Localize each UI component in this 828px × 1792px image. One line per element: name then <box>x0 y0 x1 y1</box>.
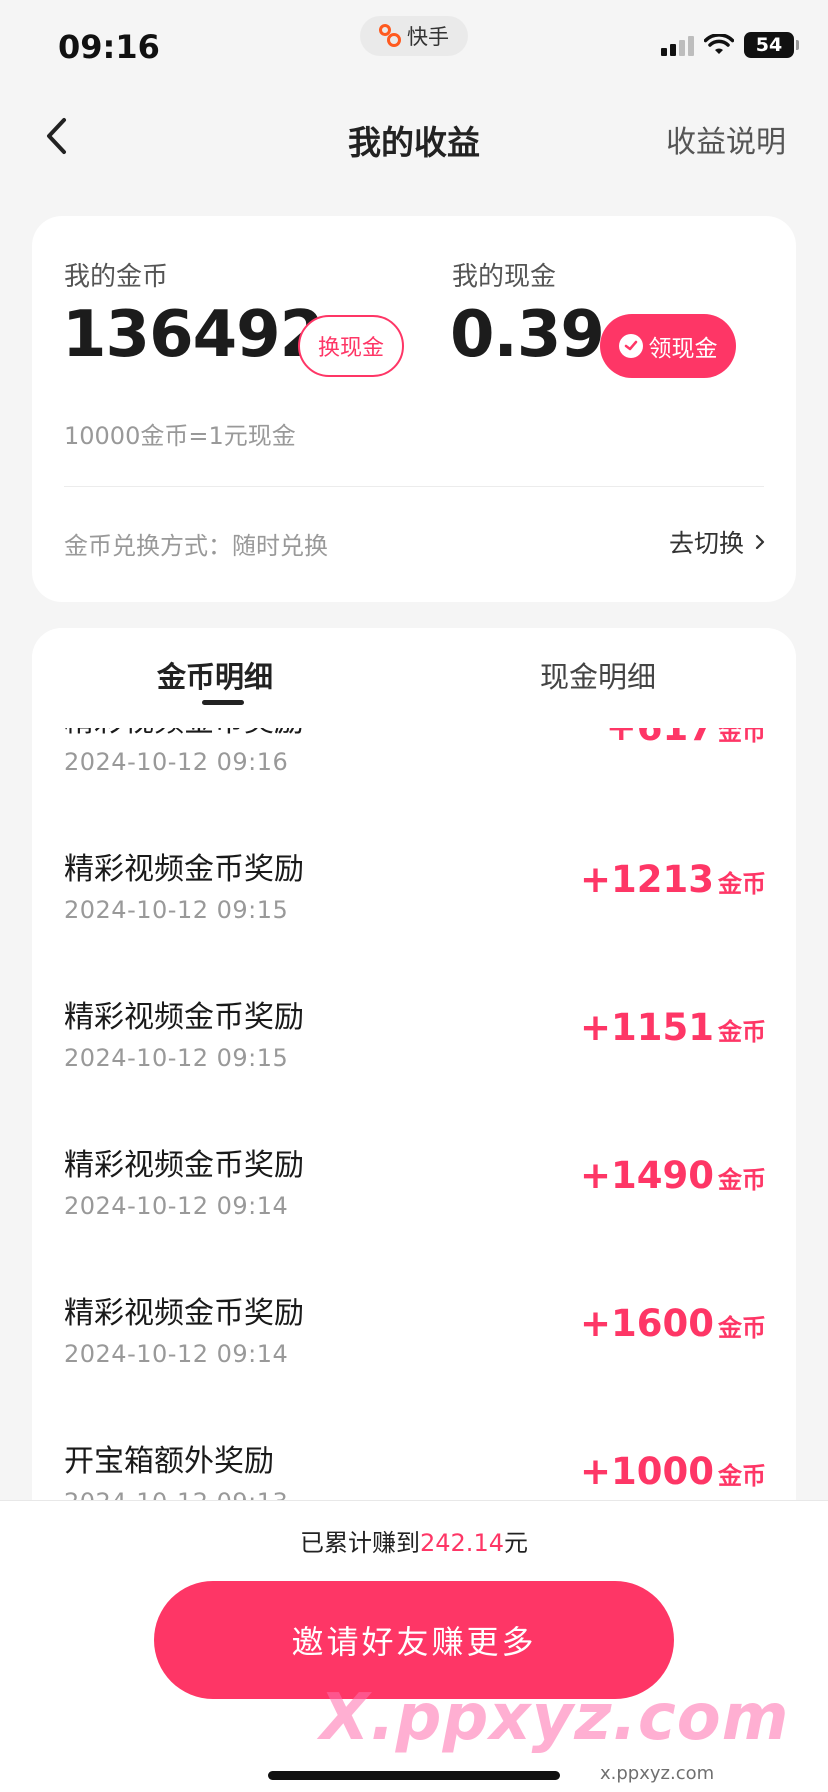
active-tab-indicator <box>202 700 244 705</box>
claim-cash-button[interactable]: 领现金 <box>600 314 736 378</box>
transaction-row[interactable]: 精彩视频金币奖励 2024-10-12 09:14 +1600 金币 <box>32 1288 796 1436</box>
amount-value: +1213 <box>580 858 714 901</box>
amount-value: +1000 <box>580 1450 714 1493</box>
transaction-amount: +1151 金币 <box>580 1006 766 1049</box>
transaction-title: 开宝箱额外奖励 <box>64 1444 274 1479</box>
battery-level: 54 <box>755 34 783 56</box>
app-indicator-pill[interactable]: 快手 <box>360 16 468 56</box>
amount-unit: 金币 <box>718 1018 766 1046</box>
exchange-method-text: 金币兑换方式：随时兑换 <box>64 532 328 560</box>
transaction-row[interactable]: 精彩视频金币奖励 2024-10-12 09:14 +1490 金币 <box>32 1140 796 1288</box>
amount-value: +1151 <box>580 1006 714 1049</box>
total-earned-text: 已累计赚到242.14元 <box>0 1523 828 1558</box>
wifi-icon <box>704 34 734 54</box>
detail-tabs: 金币明细 现金明细 <box>32 628 796 728</box>
watermark-logo: X.ppxyz.com <box>320 1681 790 1755</box>
cash-ticket-icon <box>618 334 643 358</box>
chevron-right-icon <box>755 534 765 550</box>
app-name: 快手 <box>407 25 449 49</box>
transaction-row[interactable]: 精彩视频金币奖励 2024-10-12 09:15 +1151 金币 <box>32 992 796 1140</box>
transaction-date: 2024-10-12 09:15 <box>64 1044 289 1072</box>
transaction-list-card: 精彩视频金币奖励 2024-10-12 09:16 +617 金币 精彩视频金币… <box>32 628 796 1528</box>
claim-cash-label: 领现金 <box>648 336 718 362</box>
transaction-title: 精彩视频金币奖励 <box>64 1148 304 1183</box>
status-time: 09:16 <box>58 28 160 66</box>
transaction-title: 精彩视频金币奖励 <box>64 852 304 887</box>
total-suffix: 元 <box>503 1529 528 1557</box>
coins-label: 我的金币 <box>64 262 169 292</box>
kuaishou-logo-icon <box>379 24 403 48</box>
amount-unit: 金币 <box>718 870 766 898</box>
earnings-explanation-link[interactable]: 收益说明 <box>666 117 786 161</box>
transaction-amount: +1000 金币 <box>580 1450 766 1493</box>
transaction-date: 2024-10-12 09:14 <box>64 1340 289 1368</box>
exchange-rate-text: 10000金币=1元现金 <box>64 422 296 450</box>
cellular-signal-icon <box>661 34 694 56</box>
battery-icon: 54 <box>744 32 799 58</box>
tab-cash-details[interactable]: 现金明细 <box>540 654 656 696</box>
transaction-title: 精彩视频金币奖励 <box>64 1000 304 1035</box>
amount-unit: 金币 <box>718 1314 766 1342</box>
transaction-date: 2024-10-12 09:15 <box>64 896 289 924</box>
transaction-amount: +1213 金币 <box>580 858 766 901</box>
cash-balance: 0.39 <box>450 298 605 372</box>
transaction-date: 2024-10-12 09:16 <box>64 748 289 776</box>
tab-coin-details[interactable]: 金币明细 <box>157 654 273 696</box>
back-arrow-icon[interactable] <box>40 114 76 158</box>
total-prefix: 已累计赚到 <box>300 1529 420 1557</box>
amount-unit: 金币 <box>718 1166 766 1194</box>
transaction-amount: +1490 金币 <box>580 1154 766 1197</box>
coins-balance: 136492 <box>62 298 324 372</box>
amount-unit: 金币 <box>718 1462 766 1490</box>
transaction-date: 2024-10-12 09:14 <box>64 1192 289 1220</box>
amount-value: +1490 <box>580 1154 714 1197</box>
transaction-row[interactable]: 精彩视频金币奖励 2024-10-12 09:15 +1213 金币 <box>32 844 796 992</box>
home-indicator[interactable] <box>268 1771 560 1780</box>
switch-method-link[interactable]: 去切换 <box>669 524 766 560</box>
exchange-cash-button[interactable]: 换现金 <box>298 315 404 377</box>
divider <box>64 486 764 487</box>
total-amount: 242.14 <box>420 1529 504 1557</box>
amount-value: +1600 <box>580 1302 714 1345</box>
status-bar: 09:16 快手 54 <box>0 0 828 90</box>
earnings-summary-card: 我的金币 136492 换现金 我的现金 0.39 领现金 10000金币=1元… <box>32 216 796 602</box>
watermark-url: x.ppxyz.com <box>600 1763 715 1784</box>
switch-method-label: 去切换 <box>668 529 744 558</box>
navigation-bar: 我的收益 收益说明 <box>0 100 828 172</box>
transaction-title: 精彩视频金币奖励 <box>64 1296 304 1331</box>
transaction-amount: +1600 金币 <box>580 1302 766 1345</box>
bottom-bar: 已累计赚到242.14元 邀请好友赚更多 X.ppxyz.com x.ppxyz… <box>0 1500 828 1792</box>
cash-label: 我的现金 <box>452 262 557 292</box>
status-icons: 54 <box>661 32 799 58</box>
